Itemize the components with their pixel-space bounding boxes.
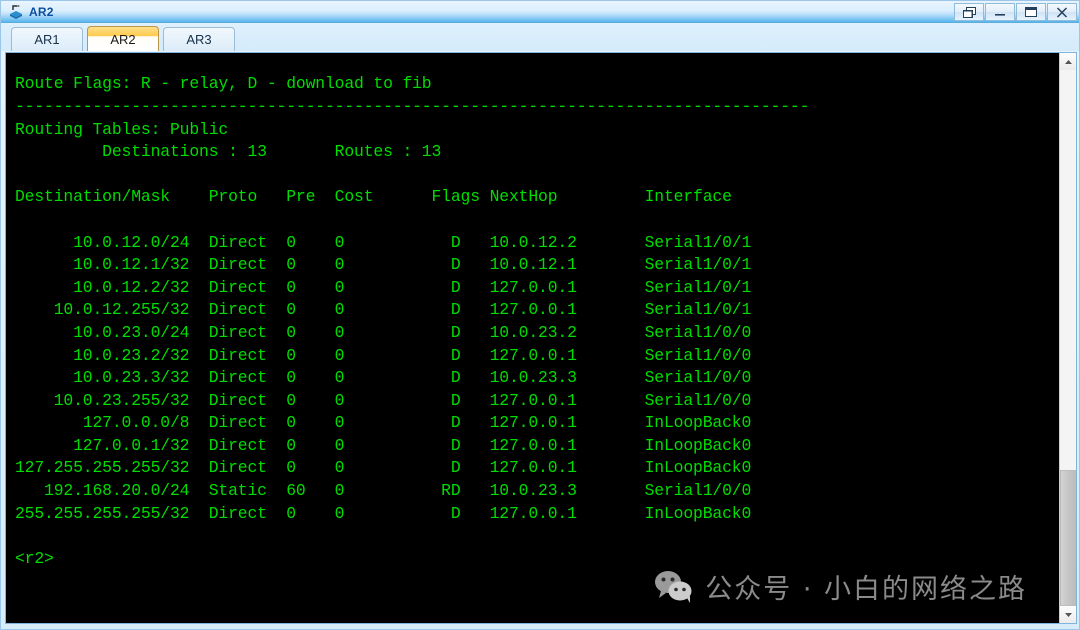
- title-bar-left: AR2: [8, 1, 54, 23]
- title-bar: AR2: [1, 1, 1079, 23]
- tab-ar1[interactable]: AR1: [11, 27, 83, 51]
- maximize-button[interactable]: [1016, 3, 1046, 21]
- tab-ar2[interactable]: AR2: [87, 26, 159, 51]
- vertical-scrollbar[interactable]: [1059, 53, 1076, 623]
- minimize-button[interactable]: [985, 3, 1015, 21]
- scrollbar-track[interactable]: [1060, 70, 1076, 606]
- watermark-text: 公众号 · 小白的网络之路: [705, 574, 1027, 605]
- emulator-window: AR2 AR1 AR2 AR3 Route Flags: R - relay, …: [0, 0, 1080, 630]
- tab-strip: AR1 AR2 AR3: [1, 23, 1079, 51]
- tab-ar3-label: AR3: [186, 32, 212, 47]
- tab-ar2-label: AR2: [110, 31, 136, 47]
- tab-list: AR1 AR2 AR3: [11, 26, 235, 51]
- console-text: Route Flags: R - relay, D - download to …: [15, 74, 810, 568]
- tab-ar3[interactable]: AR3: [163, 27, 235, 51]
- router-icon: [8, 4, 24, 20]
- tab-ar1-label: AR1: [34, 32, 60, 47]
- scrollbar-thumb[interactable]: [1060, 470, 1076, 606]
- wechat-icon: [654, 570, 694, 604]
- console-output[interactable]: Route Flags: R - relay, D - download to …: [6, 53, 1059, 623]
- window-title: AR2: [29, 5, 54, 19]
- restore-button[interactable]: [954, 3, 984, 21]
- scroll-down-arrow-icon[interactable]: [1060, 606, 1076, 623]
- watermark: 公众号 · 小白的网络之路: [654, 567, 1027, 606]
- scroll-up-arrow-icon[interactable]: [1060, 53, 1076, 70]
- terminal-frame: Route Flags: R - relay, D - download to …: [5, 52, 1077, 624]
- window-controls: [954, 3, 1077, 21]
- close-button[interactable]: [1047, 3, 1077, 21]
